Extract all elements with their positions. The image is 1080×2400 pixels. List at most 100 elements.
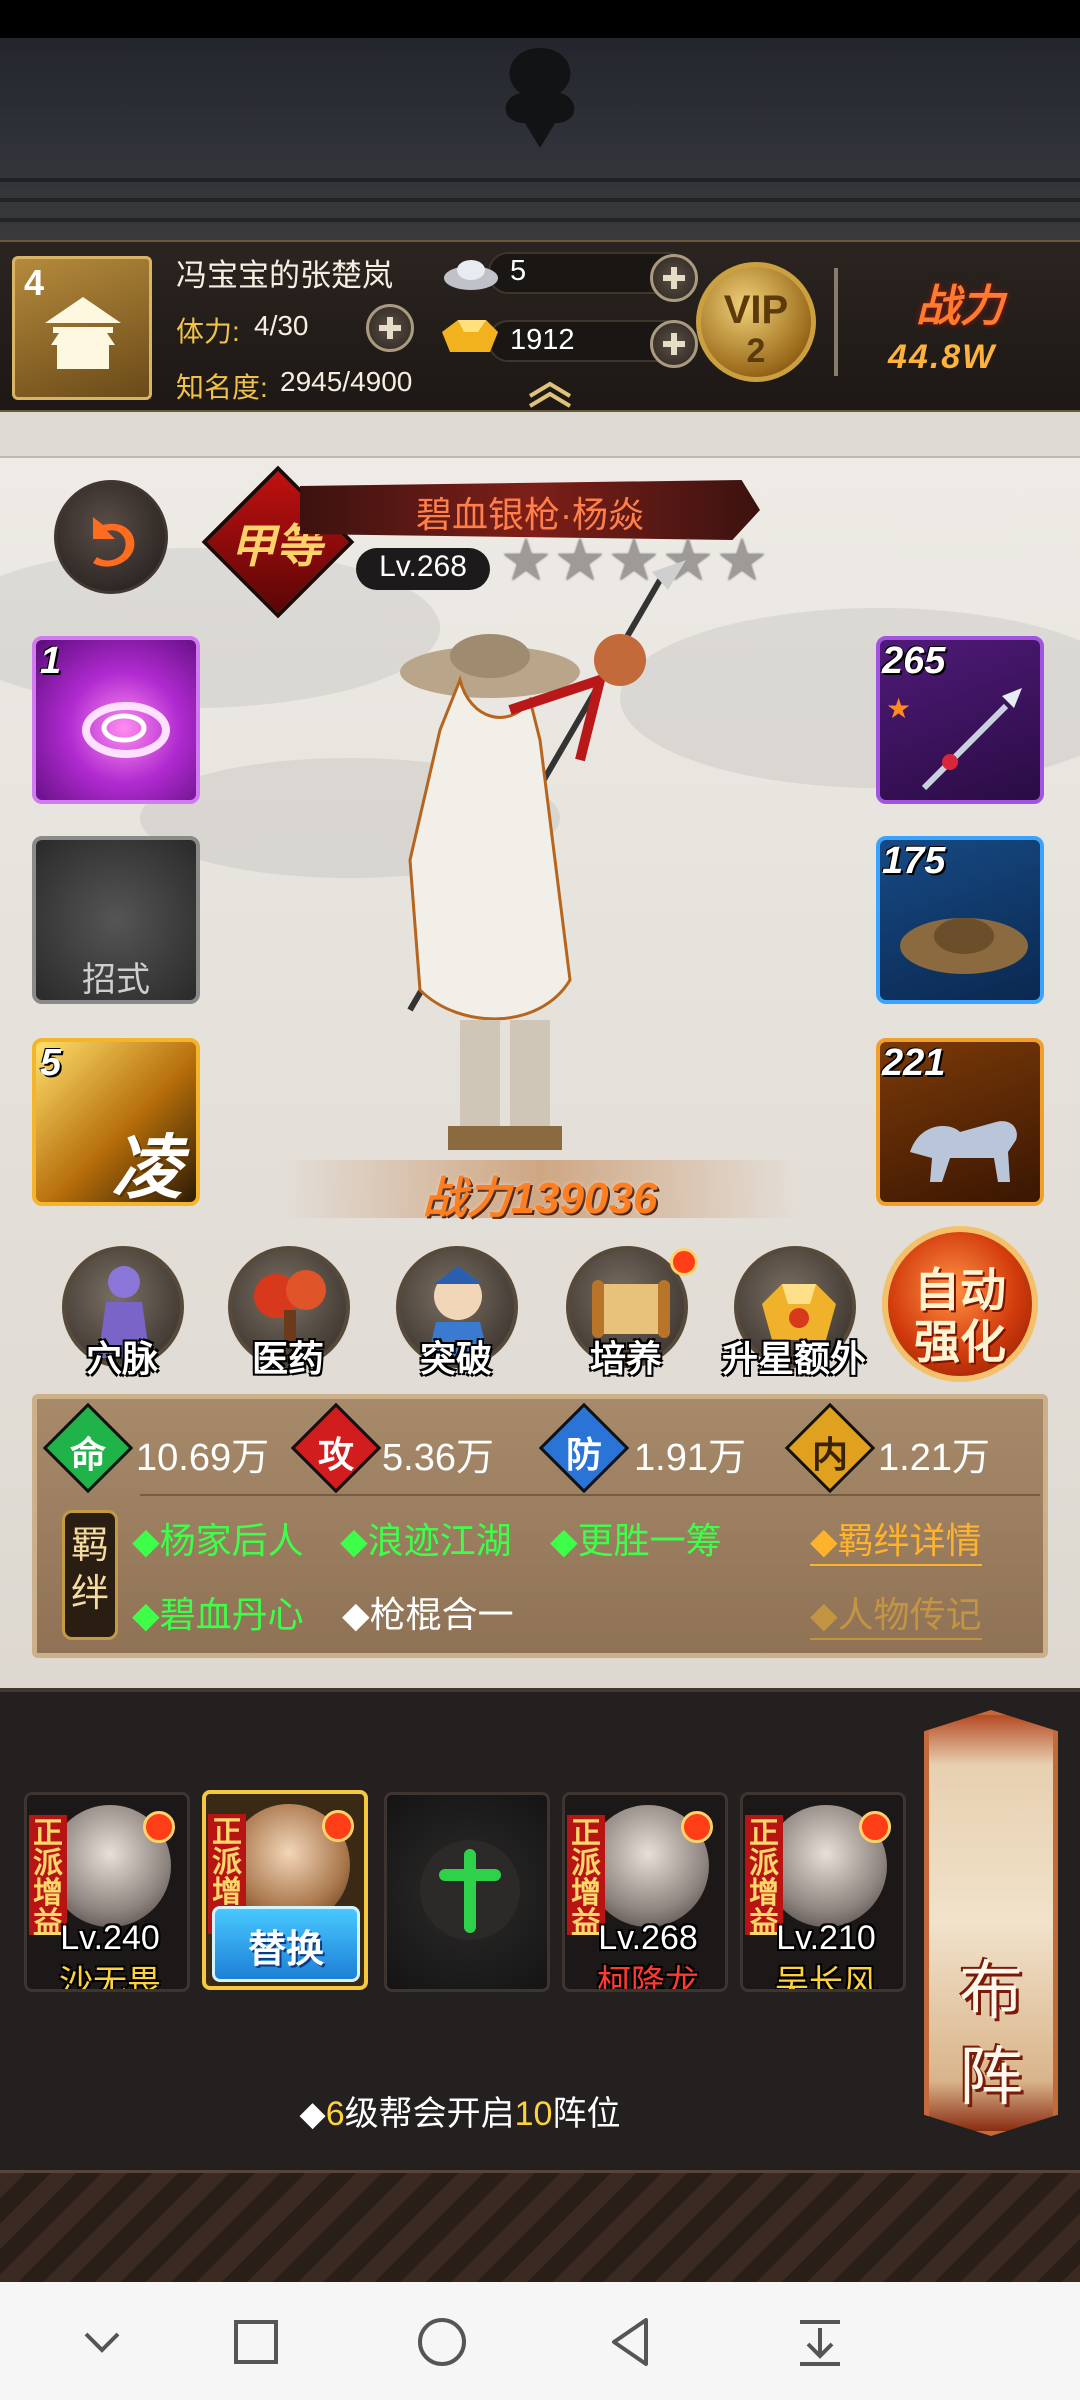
fame-value: 2945/4900	[280, 366, 413, 397]
chevron-down-icon[interactable]	[66, 2306, 138, 2378]
hat-level: 175	[882, 840, 946, 882]
formation-unlock-hint: ◆6级帮会开启10阵位	[0, 2086, 920, 2135]
hero-figure	[400, 560, 686, 1150]
straw-hat-icon	[900, 918, 1028, 974]
bond-item: ◆杨家后人	[132, 1520, 304, 1561]
add-member-icon	[420, 1840, 520, 1940]
weapon-slot[interactable]: 265 ★	[876, 636, 1044, 804]
back-triangle-icon[interactable]	[596, 2306, 668, 2378]
download-icon[interactable]	[784, 2306, 856, 2378]
gold-ingot-icon	[442, 320, 498, 352]
beast-mount-icon	[910, 1121, 1017, 1182]
hint-bullet: ◆	[299, 2095, 326, 2133]
guild-rank-number: 4	[24, 262, 45, 303]
fame-label: 知名度:	[176, 372, 268, 403]
notification-dot	[859, 1811, 891, 1843]
skill-slot-1[interactable]: 1	[32, 636, 200, 804]
cultivate-label: 培养	[589, 1338, 662, 1379]
skill-slot-1-level: 1	[40, 640, 62, 682]
member-name: 柯降龙	[597, 1964, 699, 1992]
defense-char: 防	[565, 1434, 602, 1475]
formation-member-current[interactable]: 正派增益 替换	[202, 1790, 368, 1990]
star-icon: ★	[886, 693, 912, 724]
formation-member-1[interactable]: 正派增益 Lv.240 沙无畏	[24, 1792, 190, 1992]
member-level: Lv.240	[60, 1919, 160, 1957]
vip-level: 2	[746, 332, 766, 370]
chevron-up-icon[interactable]	[520, 380, 580, 408]
stats-divider	[140, 1494, 1040, 1496]
buff-tag: 正派增益	[567, 1815, 605, 1939]
meridian-label: 穴脉	[85, 1338, 158, 1379]
member-name: 沙无畏	[59, 1964, 161, 1992]
pagoda-icon	[45, 297, 121, 369]
formation-label-2: 阵	[959, 2041, 1023, 2113]
hp-char: 命	[69, 1434, 106, 1475]
mount-slot[interactable]: 221	[876, 1038, 1044, 1206]
hat-slot[interactable]: 175	[876, 836, 1044, 1004]
back-button[interactable]	[54, 480, 168, 594]
attack-char: 攻	[317, 1434, 354, 1475]
team-power-label: 战力	[916, 282, 1004, 331]
hint-slots: 10	[514, 2095, 553, 2133]
mount-level: 221	[882, 1042, 946, 1084]
return-arrow-icon	[93, 517, 135, 567]
system-nav-bar	[0, 2282, 1080, 2400]
hero-power-value: 139036	[510, 1174, 658, 1223]
weapon-level: 265	[882, 640, 946, 682]
formation-label-1: 布	[959, 1955, 1023, 2027]
formation-member-5[interactable]: 正派增益 Lv.210 吴长风	[740, 1792, 906, 1992]
bond-details-link[interactable]: ◆羁绊详情	[810, 1512, 982, 1566]
cultivate-notification-dot	[670, 1248, 698, 1276]
gold-amount: 1912	[510, 324, 575, 356]
bond-item: ◆碧血丹心	[132, 1594, 304, 1635]
notification-dot	[322, 1810, 354, 1842]
medicine-label: 医药	[251, 1338, 324, 1379]
bond-item: ◆枪棍合一	[342, 1594, 514, 1635]
hint-level: 6	[325, 2095, 345, 2133]
vip-divider	[834, 268, 838, 376]
square-icon[interactable]	[220, 2306, 292, 2378]
member-level: Lv.268	[598, 1919, 698, 1957]
hp-value: 10.69万	[136, 1437, 270, 1479]
member-name: 吴长风	[775, 1964, 877, 1992]
vortex-skill-icon	[82, 702, 170, 758]
buff-tag: 正派增益	[745, 1815, 783, 1939]
separator-strip	[0, 412, 1080, 458]
bond-item: ◆浪迹江湖	[340, 1520, 512, 1561]
stamina-label: 体力:	[176, 316, 240, 347]
hint-suffix: 阵位	[552, 2095, 621, 2133]
notification-dot	[143, 1811, 175, 1843]
player-name: 冯宝宝的张楚岚	[176, 258, 393, 293]
empty-formation-slot[interactable]	[384, 1792, 550, 1992]
team-power-value: 44.8W	[888, 338, 997, 376]
circle-icon[interactable]	[406, 2306, 478, 2378]
empty-move-label: 招式	[82, 961, 150, 999]
breakthrough-label: 突破	[419, 1338, 492, 1379]
attack-value: 5.36万	[382, 1437, 494, 1479]
skill-slot-3-level: 5	[40, 1042, 62, 1084]
add-gold-button[interactable]	[650, 320, 698, 368]
decorative-pattern-strip	[0, 2170, 1080, 2282]
character-bio-link[interactable]: ◆人物传记	[810, 1586, 982, 1640]
add-silver-button[interactable]	[650, 254, 698, 302]
silver-amount: 5	[510, 255, 527, 287]
spear-icon	[921, 688, 1022, 791]
silver-ingot-icon	[444, 260, 498, 290]
skill-glyph: 凌	[112, 1129, 182, 1206]
roof-ornament-icon	[505, 48, 575, 148]
add-stamina-button[interactable]	[366, 304, 414, 352]
inner-char: 内	[811, 1434, 848, 1475]
formation-member-4[interactable]: 正派增益 Lv.268 柯降龙	[562, 1792, 728, 1992]
status-strip	[0, 0, 1080, 38]
auto-strengthen-label-2: 强化	[914, 1316, 1006, 1368]
defense-value: 1.91万	[634, 1437, 746, 1479]
inner-value: 1.21万	[878, 1437, 990, 1479]
hero-power: 战力139036	[280, 1162, 800, 1226]
buff-tag: 正派增益	[29, 1815, 67, 1939]
skill-slot-3[interactable]: 5 凌	[32, 1038, 200, 1206]
member-level: Lv.210	[776, 1919, 876, 1957]
bond-tag-text: 羁绊	[70, 1525, 109, 1615]
vip-label: VIP	[723, 288, 789, 332]
bond-item: ◆更胜一筹	[550, 1520, 722, 1561]
stamina-value: 4/30	[254, 310, 309, 341]
